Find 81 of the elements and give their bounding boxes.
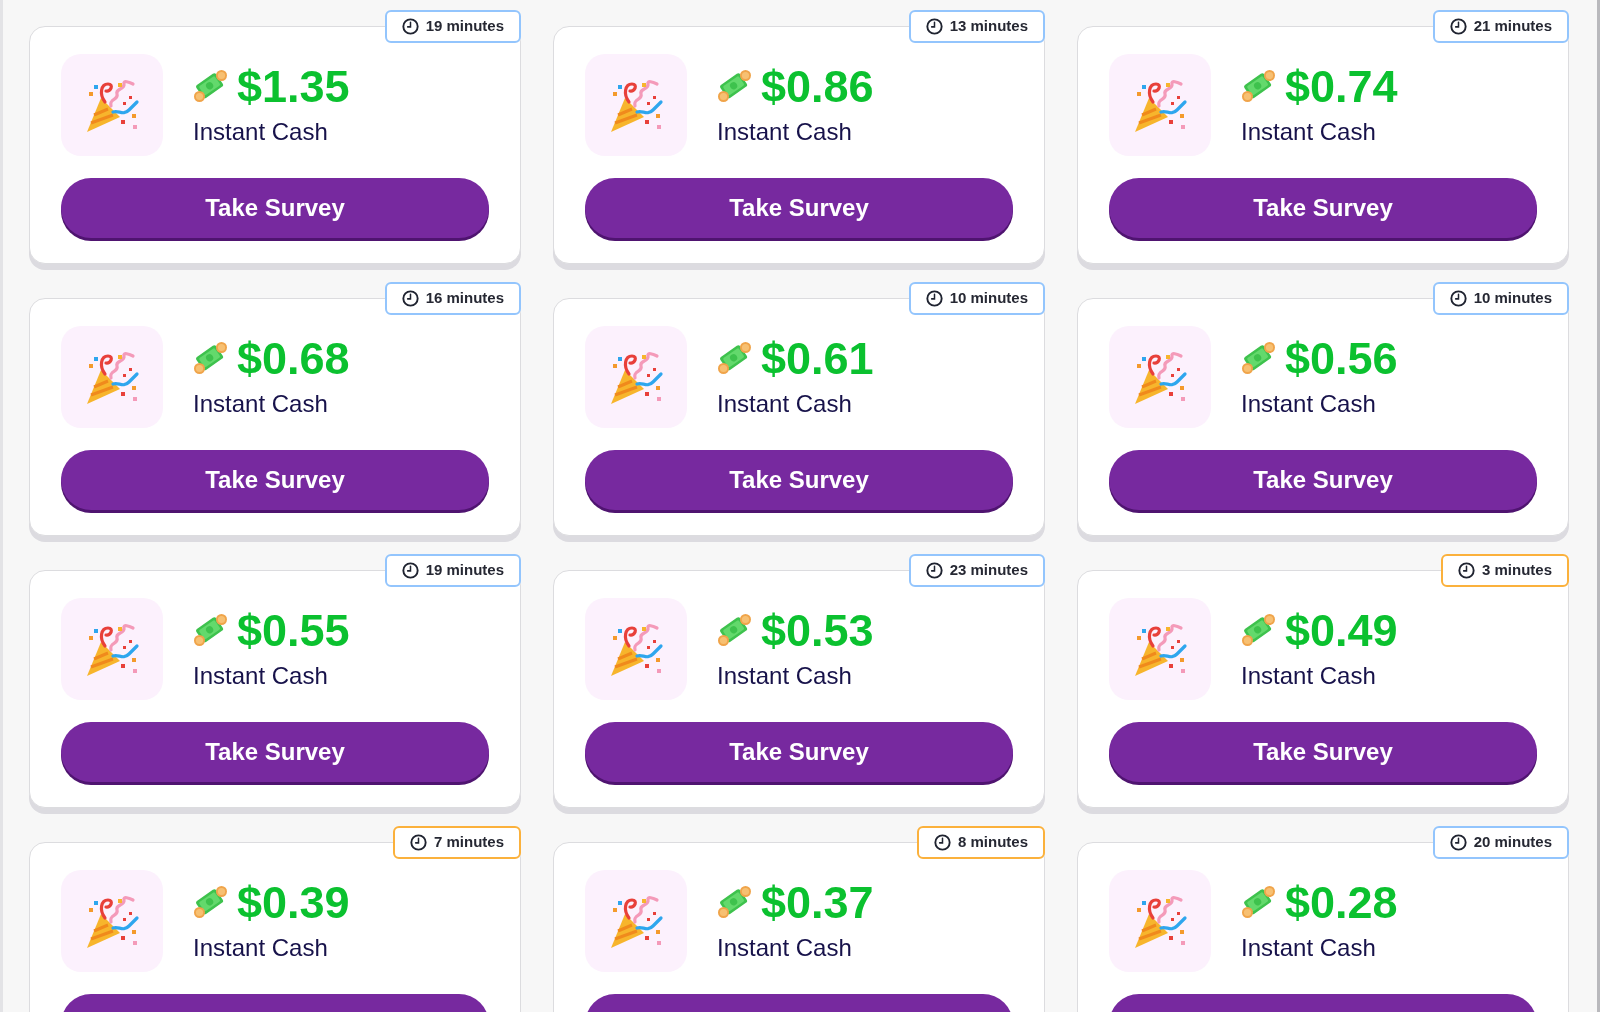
reward-type: Instant Cash [717, 660, 853, 691]
money-icon [193, 612, 229, 648]
take-survey-button[interactable]: Take Survey [585, 722, 1013, 782]
reward-amount: $0.49 [1285, 607, 1398, 653]
duration-text: 16 minutes [425, 288, 504, 309]
duration-text: 13 minutes [949, 16, 1028, 37]
money-icon [1241, 68, 1277, 104]
clock-icon [401, 18, 419, 35]
reward-type: Instant Cash [193, 116, 329, 147]
reward-type: Instant Cash [717, 116, 853, 147]
duration-text: 23 minutes [949, 560, 1028, 581]
duration-text: 19 minutes [425, 560, 504, 581]
reward-amount: $0.74 [1285, 63, 1398, 109]
take-survey-button[interactable]: Take Survey [61, 722, 489, 782]
clock-icon [925, 18, 943, 35]
clock-icon [1449, 834, 1467, 851]
clock-icon [409, 834, 427, 851]
reward-amount: $0.55 [237, 607, 350, 653]
reward-type: Instant Cash [1241, 388, 1377, 419]
reward-type: Instant Cash [1241, 932, 1377, 963]
take-survey-button[interactable]: Take Survey [585, 178, 1013, 238]
reward-amount: $1.35 [237, 63, 350, 109]
duration-text: 3 minutes [1481, 560, 1552, 581]
duration-text: 19 minutes [425, 16, 504, 37]
money-icon [717, 68, 753, 104]
money-icon [193, 68, 229, 104]
take-survey-button[interactable]: Take Survey [1109, 450, 1537, 510]
reward-type: Instant Cash [1241, 116, 1377, 147]
party-popper-icon [61, 326, 163, 428]
duration-text: 7 minutes [433, 832, 504, 853]
party-popper-icon [1109, 326, 1211, 428]
duration-text: 8 minutes [957, 832, 1028, 853]
party-popper-icon [585, 326, 687, 428]
money-icon [1241, 884, 1277, 920]
take-survey-button[interactable]: Take Survey [585, 450, 1013, 510]
party-popper-icon [585, 54, 687, 156]
party-popper-icon [1109, 598, 1211, 700]
take-survey-button[interactable]: Take Survey [61, 178, 489, 238]
take-survey-button[interactable]: Take Survey [1109, 722, 1537, 782]
reward-amount: $0.39 [237, 879, 350, 925]
take-survey-button[interactable]: Take Survey [61, 450, 489, 510]
reward-type: Instant Cash [193, 660, 329, 691]
clock-icon [925, 290, 943, 307]
money-icon [193, 884, 229, 920]
reward-type: Instant Cash [717, 932, 853, 963]
party-popper-icon [1109, 54, 1211, 156]
reward-amount: $0.28 [1285, 879, 1398, 925]
reward-type: Instant Cash [193, 932, 329, 963]
duration-text: 20 minutes [1473, 832, 1552, 853]
party-popper-icon [61, 598, 163, 700]
money-icon [1241, 612, 1277, 648]
reward-amount: $0.68 [237, 335, 350, 381]
money-icon [1241, 340, 1277, 376]
party-popper-icon [585, 870, 687, 972]
clock-icon [1449, 18, 1467, 35]
reward-type: Instant Cash [717, 388, 853, 419]
party-popper-icon [585, 598, 687, 700]
take-survey-button[interactable]: Take Survey [1109, 178, 1537, 238]
money-icon [717, 612, 753, 648]
clock-icon [1457, 562, 1475, 579]
reward-amount: $0.53 [761, 607, 874, 653]
reward-amount: $0.86 [761, 63, 874, 109]
reward-amount: $0.37 [761, 879, 874, 925]
clock-icon [925, 562, 943, 579]
reward-type: Instant Cash [1241, 660, 1377, 691]
reward-amount: $0.61 [761, 335, 874, 381]
clock-icon [933, 834, 951, 851]
party-popper-icon [61, 54, 163, 156]
clock-icon [401, 290, 419, 307]
reward-type: Instant Cash [193, 388, 329, 419]
reward-amount: $0.56 [1285, 335, 1398, 381]
money-icon [717, 340, 753, 376]
money-icon [193, 340, 229, 376]
clock-icon [401, 562, 419, 579]
clock-icon [1449, 290, 1467, 307]
duration-text: 10 minutes [1473, 288, 1552, 309]
party-popper-icon [61, 870, 163, 972]
duration-text: 10 minutes [949, 288, 1028, 309]
money-icon [717, 884, 753, 920]
duration-text: 21 minutes [1473, 16, 1552, 37]
party-popper-icon [1109, 870, 1211, 972]
